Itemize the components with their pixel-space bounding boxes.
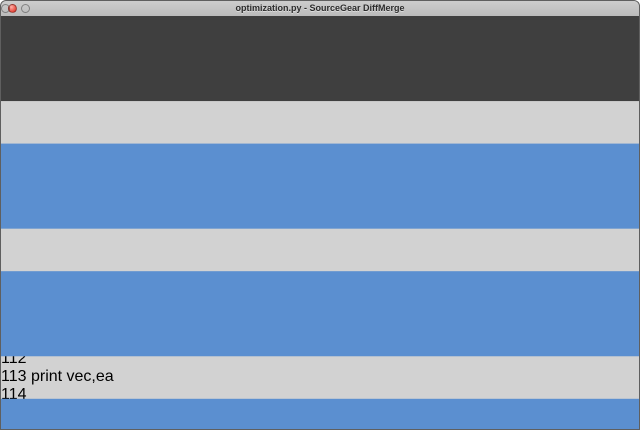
toolbar: # ¶ ✂ ↶ ↷ → ↓ ↑ xyxy=(1,16,639,430)
show-all-lines-button[interactable] xyxy=(1,16,639,430)
show-all-lines-icon xyxy=(1,16,639,430)
diffmerge-window: optimization.py - SourceGear DiffMerge #… xyxy=(0,0,640,430)
window-chrome: optimization.py - SourceGear DiffMerge #… xyxy=(1,1,639,43)
window-title: optimization.py - SourceGear DiffMerge xyxy=(1,3,639,13)
title-bar[interactable]: optimization.py - SourceGear DiffMerge xyxy=(1,1,639,16)
